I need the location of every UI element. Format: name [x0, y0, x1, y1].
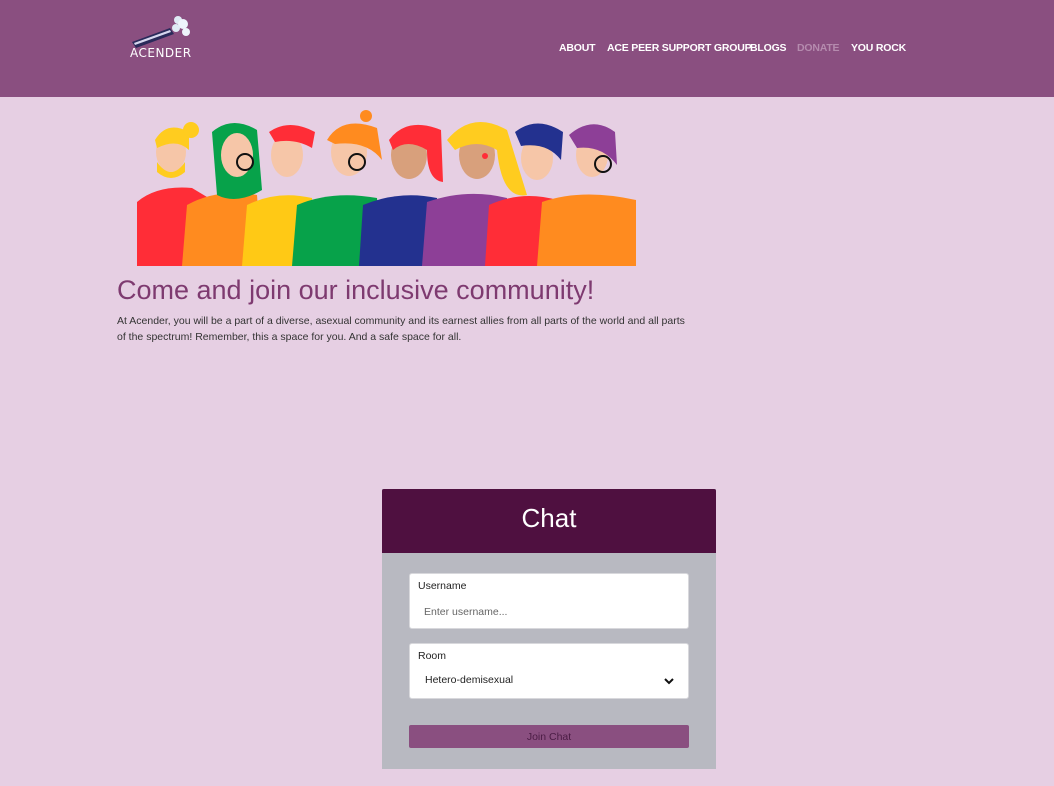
- join-chat-button[interactable]: Join Chat: [409, 725, 689, 748]
- chevron-down-icon[interactable]: [662, 674, 676, 688]
- room-field[interactable]: Room Hetero-demisexual: [409, 643, 689, 699]
- username-label: Username: [418, 580, 467, 592]
- username-field: Username: [409, 573, 689, 629]
- brand-logo[interactable]: ACENDER: [130, 14, 200, 64]
- nav-you-rock[interactable]: YOU ROCK: [851, 42, 906, 54]
- room-label: Room: [418, 650, 447, 662]
- diverse-people-illustration: [137, 110, 636, 266]
- nav-about[interactable]: ABOUT: [559, 42, 596, 54]
- username-input[interactable]: [416, 602, 680, 622]
- nav-blogs[interactable]: BLOGS: [750, 42, 787, 54]
- room-select[interactable]: Hetero-demisexual: [425, 674, 513, 686]
- brand-name: ACENDER: [130, 46, 192, 60]
- chat-card-header: Chat: [382, 489, 716, 553]
- nav-ace-peer-support-group[interactable]: ACE PEER SUPPORT GROUP: [607, 42, 752, 54]
- page-headline: Come and join our inclusive community!: [117, 275, 595, 305]
- nav-donate[interactable]: DONATE: [797, 42, 840, 54]
- top-header: ACENDER ABOUT ACE PEER SUPPORT GROUP BLO…: [0, 0, 1054, 97]
- broom-icon: [132, 16, 190, 48]
- chat-join-card: Chat Username Room Hetero-demisexual Joi…: [382, 489, 716, 769]
- hero-illustration: [137, 110, 636, 266]
- chat-title: Chat: [521, 503, 577, 533]
- intro-text: At Acender, you will be a part of a dive…: [117, 315, 685, 343]
